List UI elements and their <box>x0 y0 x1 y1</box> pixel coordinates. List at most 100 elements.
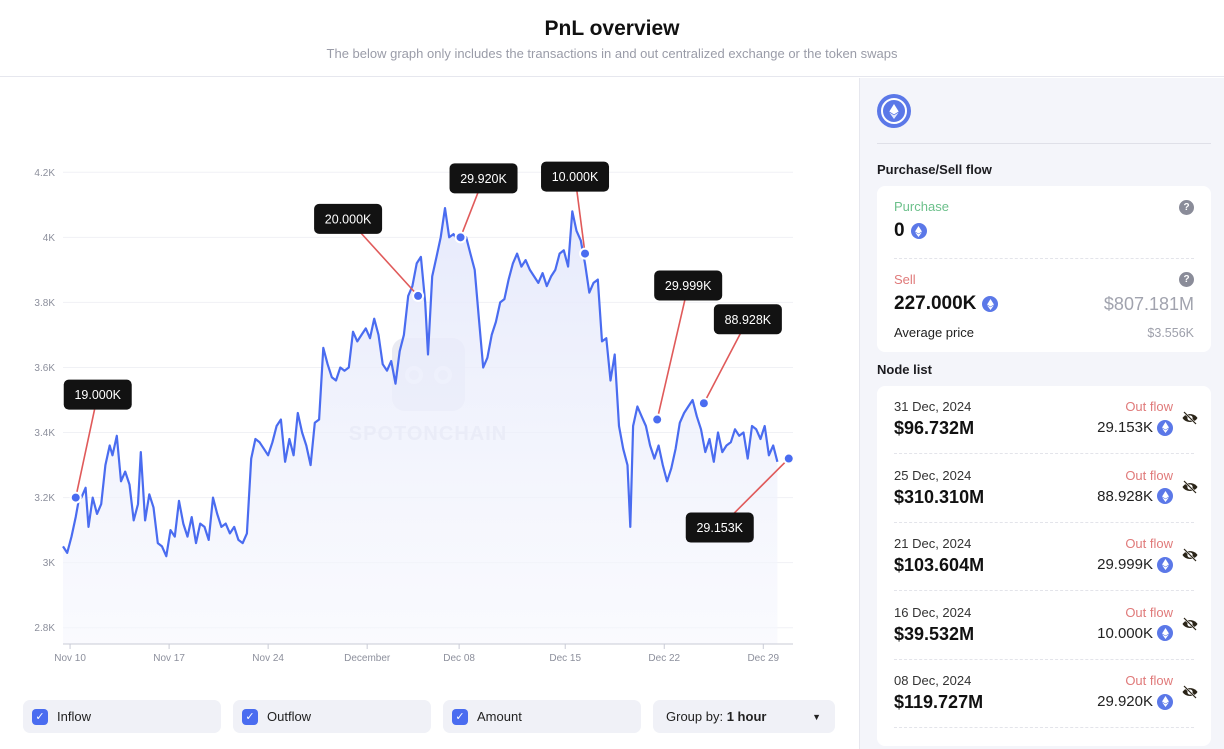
y-tick-label: 3.8K <box>34 298 55 309</box>
node-usd-value: $103.604M <box>894 555 985 575</box>
annotation-connector <box>74 394 99 498</box>
x-tick-label: Dec 15 <box>549 653 581 664</box>
y-tick-label: 2.8K <box>34 623 55 634</box>
eth-coin-icon <box>1157 556 1173 573</box>
node-amount-value: 88.928K <box>1097 487 1153 505</box>
node-usd-value: $310.310M <box>894 486 985 507</box>
annotation-point[interactable] <box>697 397 710 410</box>
y-axis: 2.8K 3K 3.2K 3.4K 3.6K 3.8K 4K 4.2K <box>34 168 55 634</box>
node-date: 08 Dec, 2024 <box>894 673 972 688</box>
node-list-item[interactable]: 25 Dec, 2024 $310.310M Out flow 88.928K <box>877 455 1211 523</box>
group-by-select[interactable]: Group by: 1 hour ▼ <box>653 700 835 733</box>
inflow-label: Inflow <box>57 709 91 724</box>
y-tick-label: 3K <box>43 558 56 569</box>
chart-controls: ✓ Inflow ✓ Outflow ✓ Amount Group by: 1 … <box>23 700 835 733</box>
node-list-item[interactable]: 08 Dec, 2024 $119.727M Out flow 29.920K <box>877 660 1211 728</box>
node-amount: 29.920K <box>1097 693 1173 710</box>
y-tick-label: 3.6K <box>34 363 55 374</box>
sell-help-icon[interactable]: ? <box>1179 272 1194 287</box>
eth-coin-icon <box>1157 693 1173 710</box>
annotation-point[interactable] <box>454 231 467 244</box>
inflow-toggle[interactable]: ✓ Inflow <box>23 700 221 733</box>
node-flow-type: Out flow <box>1125 399 1173 414</box>
annotation-label: 10.000K <box>552 170 599 184</box>
annotation-point[interactable] <box>412 289 425 302</box>
sell-usd: $807.181M <box>1103 294 1194 314</box>
node-amount-value: 10.000K <box>1097 624 1153 642</box>
inflow-checkbox-icon[interactable]: ✓ <box>32 708 48 725</box>
group-by-label: Group by: <box>666 709 724 724</box>
eye-off-icon[interactable] <box>1181 616 1199 632</box>
node-amount: 29.153K <box>1097 419 1173 436</box>
node-amount-value: 29.999K <box>1097 556 1153 573</box>
amount-checkbox-icon[interactable]: ✓ <box>452 708 468 725</box>
eye-off-icon[interactable] <box>1181 684 1199 700</box>
outflow-toggle[interactable]: ✓ Outflow <box>233 700 431 733</box>
node-usd-value: $96.732M <box>894 418 975 438</box>
annotation-label: 88.928K <box>725 313 772 327</box>
eye-off-icon[interactable] <box>1181 479 1199 495</box>
eth-coin-icon <box>1157 625 1173 641</box>
node-usd-value: $39.532M <box>894 623 975 644</box>
eye-off-icon[interactable] <box>1181 547 1199 563</box>
page-subtitle: The below graph only includes the transa… <box>326 46 898 61</box>
sell-label: Sell <box>894 272 916 287</box>
y-tick-label: 3.2K <box>34 493 55 504</box>
node-date: 16 Dec, 2024 <box>894 604 972 620</box>
outflow-checkbox-icon[interactable]: ✓ <box>242 708 258 725</box>
node-date: 25 Dec, 2024 <box>894 467 972 483</box>
node-flow-type: Out flow <box>1125 536 1173 551</box>
annotation-point[interactable] <box>579 247 592 260</box>
annotation-label: 29.153K <box>696 521 743 535</box>
outflow-label: Outflow <box>267 709 312 724</box>
node-amount-value: 29.920K <box>1097 693 1153 710</box>
annotation-label: 29.999K <box>665 279 712 293</box>
node-usd-value: $119.727M <box>894 692 984 712</box>
node-list: 31 Dec, 2024 $96.732M Out flow 29.153K 25 De… <box>877 386 1211 746</box>
node-flow-type: Out flow <box>1125 673 1173 688</box>
node-flow-type: Out flow <box>1125 604 1173 620</box>
eth-coin-icon <box>1157 488 1173 504</box>
eye-off-icon[interactable] <box>1181 410 1199 426</box>
purchase-label: Purchase <box>894 199 949 214</box>
x-tick-label: Nov 10 <box>54 653 86 664</box>
chart-panel: 2.8K3K3.2K3.4K3.6K3.8K4K4.2K SPOTONCHAIN… <box>0 78 859 749</box>
group-by-value: 1 hour <box>726 709 767 724</box>
y-tick-label: 3.4K <box>34 428 55 439</box>
amount-label: Amount <box>477 709 522 724</box>
node-amount-value: 29.153K <box>1097 419 1153 436</box>
node-list-item[interactable]: 16 Dec, 2024 $39.532M Out flow 10.000K <box>877 592 1211 660</box>
ethereum-icon <box>877 94 911 128</box>
node-list-item[interactable]: 31 Dec, 2024 $96.732M Out flow 29.153K <box>877 386 1211 454</box>
annotation-label: 29.920K <box>460 172 507 186</box>
node-amount: 29.999K <box>1097 556 1173 573</box>
node-divider <box>894 727 1194 728</box>
average-price-value: $3.556K <box>1147 326 1194 340</box>
annotation-label: 20.000K <box>325 212 372 226</box>
group-by-text: Group by: 1 hour <box>666 709 766 724</box>
caret-down-icon: ▼ <box>812 711 821 722</box>
price-chart[interactable]: 2.8K3K3.2K3.4K3.6K3.8K4K4.2K SPOTONCHAIN… <box>0 78 859 698</box>
card-divider <box>894 258 1194 259</box>
annotation-label: 19.000K <box>74 388 121 402</box>
node-flow-type: Out flow <box>1125 467 1173 483</box>
x-axis: Nov 10 Nov 17 Nov 24 December Dec 08 Dec 15 De… <box>54 643 793 664</box>
annotation-point[interactable] <box>782 452 795 465</box>
x-tick-label: Nov 17 <box>153 653 185 664</box>
node-list-item[interactable]: 21 Dec, 2024 $103.604M Out flow 29.999K <box>877 523 1211 591</box>
node-amount: 10.000K <box>1097 625 1173 642</box>
x-tick-label: Dec 08 <box>443 653 475 664</box>
node-list-title: Node list <box>877 362 932 377</box>
flow-title: Purchase/Sell flow <box>877 162 992 177</box>
annotation-connector <box>656 285 689 420</box>
x-tick-label: December <box>344 653 391 664</box>
annotation-point[interactable] <box>651 413 664 426</box>
purchase-sell-card: Purchase ? 0 Sell ? 227.000K $807.181M A… <box>877 186 1211 352</box>
amount-toggle[interactable]: ✓ Amount <box>443 700 641 733</box>
purchase-amount-value: 0 <box>894 220 905 241</box>
purchase-amount: 0 <box>894 220 1194 242</box>
annotation-point[interactable] <box>69 491 82 504</box>
eth-coin-icon <box>910 223 927 239</box>
purchase-help-icon[interactable]: ? <box>1179 200 1194 215</box>
sidebar: Purchase/Sell flow Purchase ? 0 Sell ? 2… <box>859 78 1224 749</box>
